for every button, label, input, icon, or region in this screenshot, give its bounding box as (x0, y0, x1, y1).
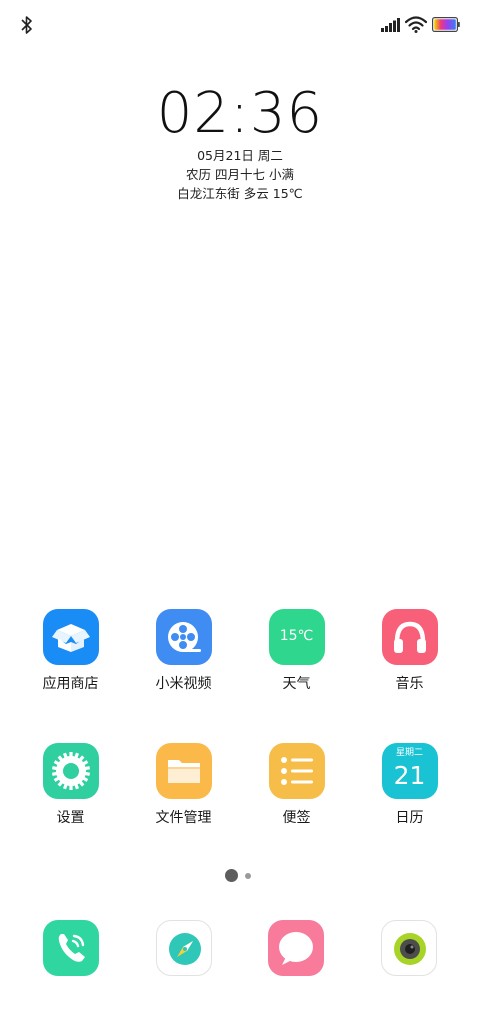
dock-phone[interactable] (43, 920, 99, 976)
app-app-store[interactable]: 应用商店 (14, 609, 127, 693)
app-video[interactable]: 小米视频 (127, 609, 240, 693)
headphones-icon (381, 609, 438, 665)
folder-icon (155, 743, 212, 799)
app-weather[interactable]: 15℃ 天气 (240, 609, 353, 693)
page-dot[interactable] (245, 873, 251, 879)
camera-icon (394, 933, 426, 965)
app-calendar[interactable]: 星期二 21 日历 (353, 743, 466, 827)
app-label: 设置 (56, 810, 85, 826)
weather-icon-temp: 15℃ (279, 628, 314, 644)
page-indicator[interactable] (0, 868, 480, 884)
app-store-icon (42, 609, 99, 665)
status-bar (0, 0, 480, 50)
messages-icon (279, 932, 313, 965)
app-music[interactable]: 音乐 (353, 609, 466, 693)
app-settings[interactable]: 设置 (14, 743, 127, 827)
app-label: 日历 (395, 810, 424, 826)
app-label: 天气 (282, 676, 311, 692)
browser-compass-icon (169, 933, 201, 965)
calendar-icon: 星期二 21 (381, 743, 438, 799)
page-dot-active[interactable] (225, 869, 238, 882)
app-label: 文件管理 (155, 810, 212, 826)
phone-icon (58, 934, 85, 962)
clock-widget[interactable]: 02:36 05月21日 周二 农历 四月十七 小满 白龙江东街 多云 15℃ (0, 82, 480, 203)
notes-icon (268, 743, 325, 799)
clock-date: 05月21日 周二 (197, 148, 283, 163)
app-label: 小米视频 (155, 676, 212, 692)
weather-icon: 15℃ (268, 609, 325, 665)
calendar-day: 21 (393, 761, 426, 790)
video-icon (155, 609, 212, 665)
clock-time: 02:36 (156, 81, 324, 146)
app-label: 应用商店 (42, 676, 99, 692)
calendar-weekday: 星期二 (395, 748, 423, 758)
battery-icon (432, 17, 460, 32)
app-label: 便签 (282, 810, 311, 826)
dock-browser[interactable] (156, 920, 212, 976)
app-notes[interactable]: 便签 (240, 743, 353, 827)
app-label: 音乐 (395, 676, 424, 692)
lunar-date: 农历 四月十七 小满 (186, 167, 294, 182)
wifi-icon (405, 16, 427, 33)
bluetooth-icon (21, 16, 32, 34)
dock-messages[interactable] (268, 920, 324, 976)
settings-icon (42, 743, 99, 799)
dock-camera[interactable] (381, 920, 437, 976)
app-file-manager[interactable]: 文件管理 (127, 743, 240, 827)
weather-summary: 白龙江东街 多云 15℃ (177, 186, 303, 201)
signal-icon (381, 18, 400, 32)
